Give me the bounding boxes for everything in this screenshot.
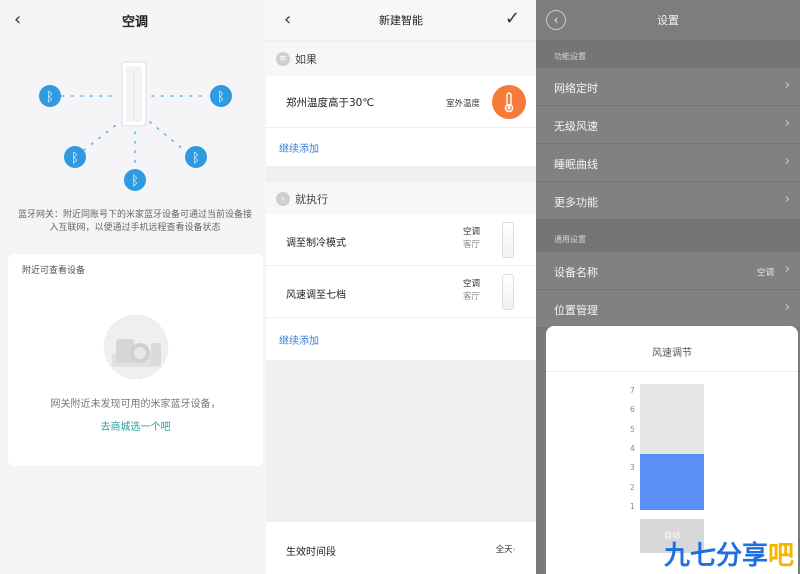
settings-item-label: 更多功能 (554, 196, 598, 209)
active-time-label: 生效时间段 (286, 547, 336, 558)
svg-text:ᛒ: ᛒ (71, 151, 79, 166)
settings-item-label: 位置管理 (554, 304, 598, 317)
svg-text:ᛒ: ᛒ (46, 90, 54, 105)
divider (546, 371, 798, 372)
watermark-logo: 九七分享吧 (664, 535, 794, 572)
svg-text:ᛒ: ᛒ (217, 90, 225, 105)
actions-block: 调至制冷模式 空调 客厅 风速调至七档 空调 客厅 继续添加 (266, 214, 536, 360)
if-section-header: ≡ 如果 (266, 42, 536, 76)
action-row[interactable]: 调至制冷模式 空调 客厅 (266, 214, 536, 266)
action-device: 空调 客厅 (463, 278, 480, 304)
settings-item-location[interactable]: 位置管理 › (536, 290, 800, 328)
action-label: 调至制冷模式 (286, 238, 346, 249)
action-row[interactable]: 风速调至七档 空调 客厅 (266, 266, 536, 318)
chevron-right-icon: › (784, 262, 790, 277)
check-icon[interactable]: ✓ (505, 8, 520, 29)
group-label: 通用设置 (554, 235, 586, 244)
group-label: 功能设置 (554, 52, 586, 61)
gateway-panel: ‹ 空调 ᛒ ᛒ ᛒ ᛒ ᛒ 蓝牙网关：附近同账号下的米家蓝牙设备可通过当前设备… (0, 0, 270, 574)
header: ‹ 设置 (536, 0, 800, 40)
device-room: 客厅 (462, 292, 480, 302)
air-conditioner-icon (121, 61, 147, 127)
speed-tick-label: 6 (630, 405, 635, 415)
add-condition-link[interactable]: 继续添加 (279, 140, 319, 155)
arrow-right-circle-icon: › (276, 192, 290, 206)
settings-item-sleep-curve[interactable]: 睡眠曲线 › (536, 144, 800, 182)
empty-state-text: 网关附近未发现可用的米家蓝牙设备， (50, 399, 221, 410)
chevron-right-icon: › (784, 78, 790, 93)
page-title: 空调 (121, 15, 148, 30)
then-section-header: › 就执行 (266, 182, 536, 216)
action-device: 空调 客厅 (463, 226, 480, 252)
then-label: 就执行 (295, 193, 328, 206)
new-automation-panel: ‹ 新建智能 ✓ ≡ 如果 郑州温度高于30℃ 室外温度 继续添加 › 就执行 … (266, 0, 536, 574)
speed-tick-label: 7 (630, 386, 635, 395)
watermark-text: 九七分享 (663, 541, 768, 571)
chevron-right-icon: › (512, 545, 516, 555)
watermark-tail: 吧 (767, 541, 794, 571)
gateway-description: 蓝牙网关：附近同账号下的米家蓝牙设备可通过当前设备接入互联网，以便通过手机远程查… (17, 210, 252, 233)
header: ‹ 新建智能 ✓ (266, 0, 536, 40)
speed-tick-label: 2 (630, 482, 635, 492)
chevron-right-icon: › (784, 192, 790, 207)
speed-tick-label: 5 (630, 424, 635, 434)
bluetooth-diagram: ᛒ ᛒ ᛒ ᛒ ᛒ (39, 61, 232, 191)
condition-source: 室外温度 (445, 99, 480, 109)
action-label: 风速调至七档 (286, 290, 346, 301)
settings-item-value: 空调 (756, 268, 774, 278)
settings-item-network-timer[interactable]: 网络定时 › (536, 68, 800, 106)
settings-panel: ‹ 设置 功能设置 网络定时 › 无级风速 › 睡眠曲线 › 更多功能 › 通用… (536, 0, 800, 574)
active-time-text: 全天 (495, 545, 513, 555)
device-room: 客厅 (462, 240, 480, 250)
svg-text:ᛒ: ᛒ (131, 174, 139, 189)
air-conditioner-icon (502, 222, 514, 258)
speed-tick-label: 3 (630, 463, 635, 473)
settings-item-label: 无级风速 (554, 120, 598, 133)
chevron-right-icon: › (784, 154, 790, 169)
nearby-devices-card: 附近可查看设备 网关附近未发现可用的米家蓝牙设备， 去商城选一个吧 (8, 254, 263, 466)
chevron-right-icon: › (784, 300, 790, 315)
air-conditioner-icon (502, 274, 514, 310)
screenshot-root: ‹ 空调 ᛒ ᛒ ᛒ ᛒ ᛒ 蓝牙网关：附近同账号下的米家蓝牙设备可通过当前设备… (0, 0, 800, 574)
bluetooth-icon: ᛒ (185, 146, 207, 168)
settings-item-device-name[interactable]: 设备名称 空调 › (536, 252, 800, 290)
condition-block: 郑州温度高于30℃ 室外温度 继续添加 (266, 76, 536, 166)
shop-link[interactable]: 去商城选一个吧 (8, 418, 263, 433)
active-time-row[interactable]: 生效时间段 全天› (266, 522, 536, 574)
if-label: 如果 (295, 53, 317, 66)
page-title: 设置 (657, 14, 679, 27)
condition-label: 郑州温度高于30℃ (286, 97, 375, 109)
slider-fill (640, 454, 704, 510)
modal-title: 风速调节 (652, 348, 692, 359)
add-action-link[interactable]: 继续添加 (279, 332, 319, 347)
bluetooth-icon: ᛒ (124, 169, 146, 191)
card-title: 附近可查看设备 (22, 266, 86, 276)
chevron-right-icon: › (784, 116, 790, 131)
bluetooth-icon: ᛒ (39, 85, 61, 107)
bluetooth-icon: ᛒ (210, 85, 232, 107)
device-name: 空调 (462, 279, 480, 289)
fan-speed-slider[interactable] (640, 384, 704, 510)
settings-item-more[interactable]: 更多功能 › (536, 182, 800, 220)
speed-tick-label: 1 (630, 502, 635, 511)
svg-text:ᛒ: ᛒ (192, 151, 200, 166)
header: ‹ 空调 (0, 0, 270, 40)
device-name: 空调 (462, 227, 480, 237)
bluetooth-icon: ᛒ (64, 146, 86, 168)
condition-row[interactable]: 郑州温度高于30℃ 室外温度 (266, 76, 536, 128)
list-icon: ≡ (276, 52, 290, 66)
active-time-value: 全天› (496, 543, 516, 555)
thermometer-icon (492, 85, 526, 119)
page-title: 新建智能 (379, 14, 423, 27)
settings-item-fan-speed[interactable]: 无级风速 › (536, 106, 800, 144)
speed-tick-label: 4 (630, 444, 635, 453)
settings-item-label: 睡眠曲线 (554, 158, 598, 171)
empty-devices-illustration (103, 314, 169, 380)
settings-item-label: 网络定时 (554, 82, 598, 95)
settings-item-label: 设备名称 (554, 266, 598, 279)
